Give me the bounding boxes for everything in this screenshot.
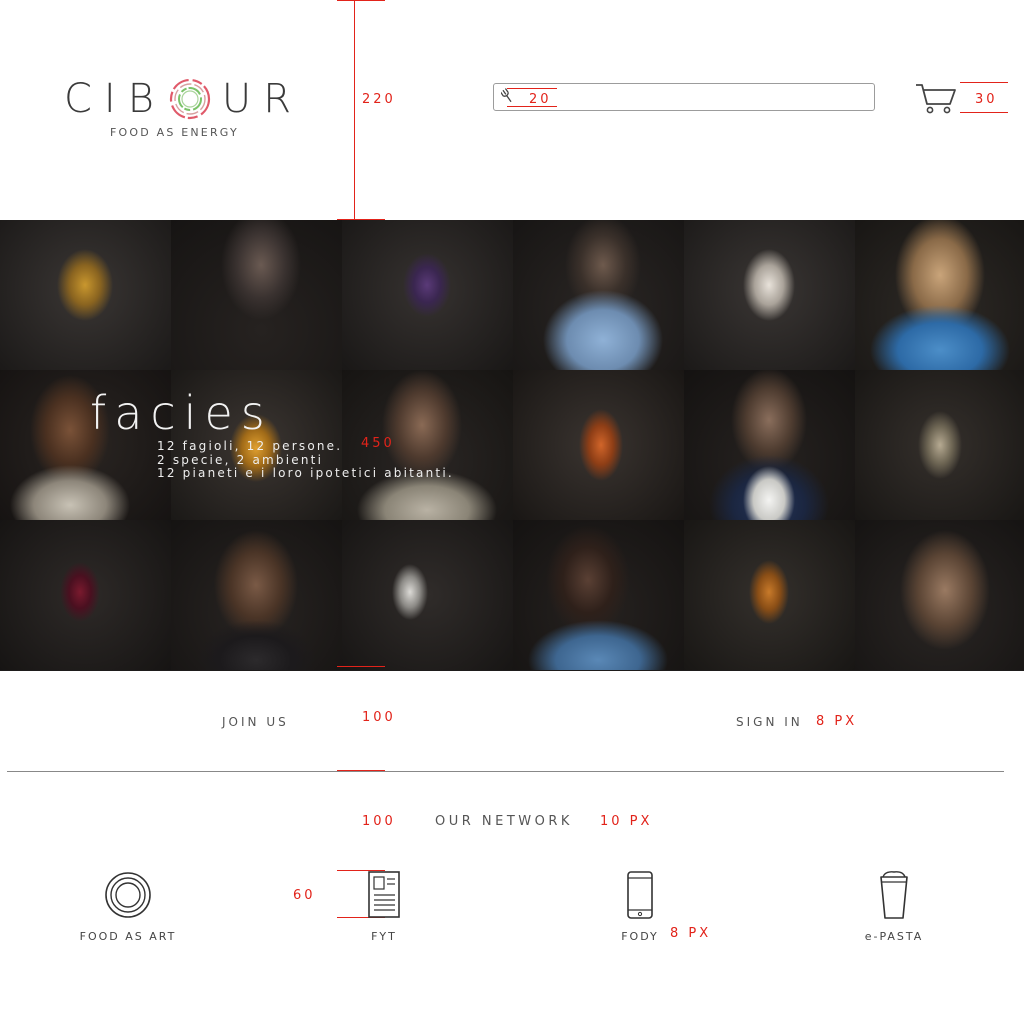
document-icon [366, 871, 402, 924]
measure-label-fody: 8 PX [670, 926, 712, 941]
hero-banner[interactable] [0, 220, 1024, 671]
phone-icon [625, 871, 655, 924]
measure-label-network: 100 [362, 814, 396, 829]
hero-tile [855, 370, 1024, 520]
network-item-label: FOOD AS ART [79, 930, 177, 943]
measure-line-header [354, 0, 355, 220]
hero-tile [684, 370, 855, 520]
join-us-link[interactable]: JOIN US [222, 715, 289, 729]
hero-line: 12 pianeti e i loro ipotetici abitanti. [157, 466, 454, 480]
logo-circle-icon [168, 77, 212, 121]
measure-label-header: 220 [362, 92, 396, 107]
hero-tile [0, 220, 171, 370]
hero-tile [513, 520, 684, 670]
rings-icon [103, 872, 153, 924]
sign-in-link[interactable]: SIGN IN [736, 715, 803, 729]
search-input[interactable] [536, 86, 860, 108]
cart-icon [914, 84, 958, 120]
hero-tile [342, 220, 513, 370]
measure-label-search: 20 [529, 92, 552, 107]
cart-button[interactable] [914, 82, 958, 116]
measure-label-link: 8 PX [816, 714, 858, 729]
fork-icon [499, 87, 523, 111]
measure-label-network-spacing: 10 PX [600, 814, 653, 829]
hero-tile [0, 520, 171, 670]
measure-label-icon: 60 [293, 888, 316, 903]
tagline: FOOD AS ENERGY [110, 126, 239, 139]
measure-tick [960, 112, 1008, 113]
hero-line: 12 fagioli, 12 persone. [157, 439, 343, 453]
hero-tile [855, 220, 1024, 370]
cup-icon [877, 871, 911, 924]
measure-label-cart: 30 [975, 92, 998, 107]
measure-label-hero: 450 [361, 436, 395, 451]
measure-tick [337, 0, 385, 1]
hero-tile [171, 220, 342, 370]
hero-tile [513, 370, 684, 520]
measure-tick [960, 82, 1008, 83]
network-item-label: e-PASTA [864, 930, 924, 943]
hero-tile [684, 520, 855, 670]
hero-description: 12 fagioli, 12 persone. 2 specie, 2 ambi… [157, 439, 454, 481]
logo-text-right: UR [221, 76, 303, 122]
hero-tile [855, 520, 1024, 670]
measure-tick [507, 88, 557, 89]
network-title: OUR NETWORK [435, 814, 573, 829]
network-item-fody[interactable]: FODY [610, 870, 670, 943]
network-item-fyt[interactable]: FYT [344, 870, 424, 943]
hero-caption: facies 12 fagioli, 12 persone. 2 specie,… [90, 386, 452, 480]
network-item-label: FYT [371, 930, 397, 943]
hero-tile [171, 520, 342, 670]
measure-label-join: 100 [362, 710, 396, 725]
section-divider [7, 771, 1004, 772]
network-item-food-as-art[interactable]: FOOD AS ART [68, 870, 188, 943]
network-item-label: FODY [621, 930, 659, 943]
hero-tile [342, 520, 513, 670]
measure-tick [337, 666, 385, 667]
hero-tile [684, 220, 855, 370]
network-item-e-pasta[interactable]: e-PASTA [854, 870, 934, 943]
logo-text-left: CIB [64, 76, 166, 122]
hero-tile [513, 220, 684, 370]
hero-title: facies [90, 386, 273, 440]
brand-logo[interactable]: CIB UR FOOD AS ENERGY [64, 76, 324, 156]
hero-line: 2 specie, 2 ambienti [157, 452, 324, 467]
